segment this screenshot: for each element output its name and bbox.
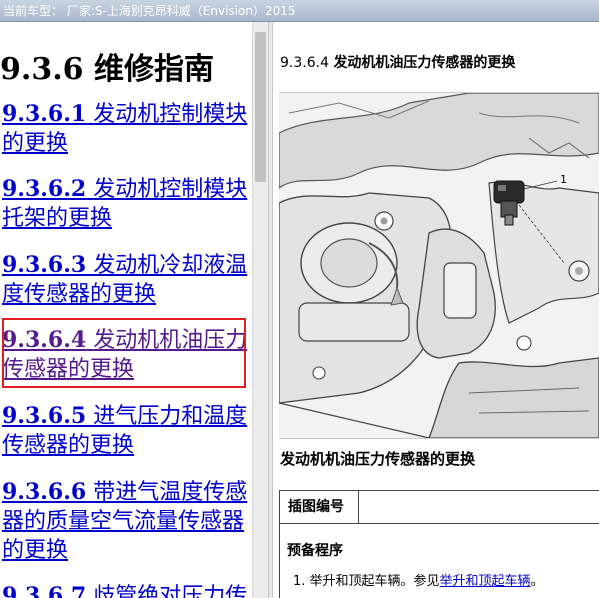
toc-link-9-3-6-6[interactable]: 9.3.6.6 带进气温度传感器的质量空气流量传感器的更换	[2, 478, 250, 565]
section-title: 发动机机油压力传感器的更换	[333, 55, 516, 71]
toc-link-9-3-6-1[interactable]: 9.3.6.1 发动机控制模块的更换	[2, 100, 250, 158]
toc-number: 9.3.6.4	[2, 327, 87, 353]
illustration-number-cell	[359, 490, 599, 524]
preliminary-procedures-title: 预备程序	[287, 543, 343, 559]
toc-link-9-3-6-4[interactable]: 9.3.6.4 发动机机油压力传感器的更换	[2, 326, 250, 384]
toc-number: 9.3.6.7	[2, 583, 87, 598]
toc-number: 9.3.6.6	[2, 479, 87, 505]
toc-link-9-3-6-5[interactable]: 9.3.6.5 进气压力和温度传感器的更换	[2, 402, 250, 460]
procedure-step-1: 1. 举升和顶起车辆。参见举升和顶起车辆。	[293, 570, 544, 589]
toc-number: 9.3.6.1	[2, 101, 87, 127]
toc-number: 9.3.6.2	[2, 176, 87, 202]
oil-pressure-sensor-illustration: 1	[279, 92, 599, 439]
figure-callout: 1	[560, 173, 567, 186]
vehicle-info-bar: 当前车型： 厂家:S-上海别克昂科威（Envision）2015	[0, 0, 599, 22]
toc-number: 9.3.6.3	[2, 252, 87, 278]
toc-title: 9.3.6 维修指南	[0, 52, 214, 87]
figure-caption: 发动机机油压力传感器的更换	[280, 450, 476, 468]
table-border	[279, 524, 280, 598]
toc-link-9-3-6-7[interactable]: 9.3.6.7 歧管绝对压力传	[2, 582, 250, 598]
vehicle-info-text: 当前车型： 厂家:S-上海别克昂科威（Envision）2015	[3, 4, 296, 18]
toc-link-9-3-6-2[interactable]: 9.3.6.2 发动机控制模块托架的更换	[2, 175, 250, 233]
step-suffix: 。	[530, 574, 544, 589]
step-text: 1. 举升和顶起车辆。参见	[293, 574, 440, 589]
section-number: 9.3.6.4	[280, 55, 329, 71]
toc-scrollbar[interactable]	[252, 22, 268, 598]
engine-line-drawing: 1	[279, 93, 599, 438]
toc-scrollbar-thumb[interactable]	[255, 32, 266, 182]
lift-vehicle-link[interactable]: 举升和顶起车辆	[440, 574, 531, 589]
toc-label: 歧管绝对压力传	[93, 584, 248, 598]
toc-number: 9.3.6.5	[2, 403, 87, 429]
illustration-number-header: 插图编号	[279, 490, 359, 524]
section-heading: 9.3.6.4 发动机机油压力传感器的更换	[280, 52, 515, 72]
toc-link-9-3-6-3[interactable]: 9.3.6.3 发动机冷却液温度传感器的更换	[2, 251, 250, 309]
toc-pane: 9.3.6 维修指南 9.3.6.1 发动机控制模块的更换 9.3.6.2 发动…	[0, 22, 252, 598]
content-pane: 9.3.6.4 发动机机油压力传感器的更换 1 发动机机油压力传感器的更换 插图…	[273, 22, 599, 598]
